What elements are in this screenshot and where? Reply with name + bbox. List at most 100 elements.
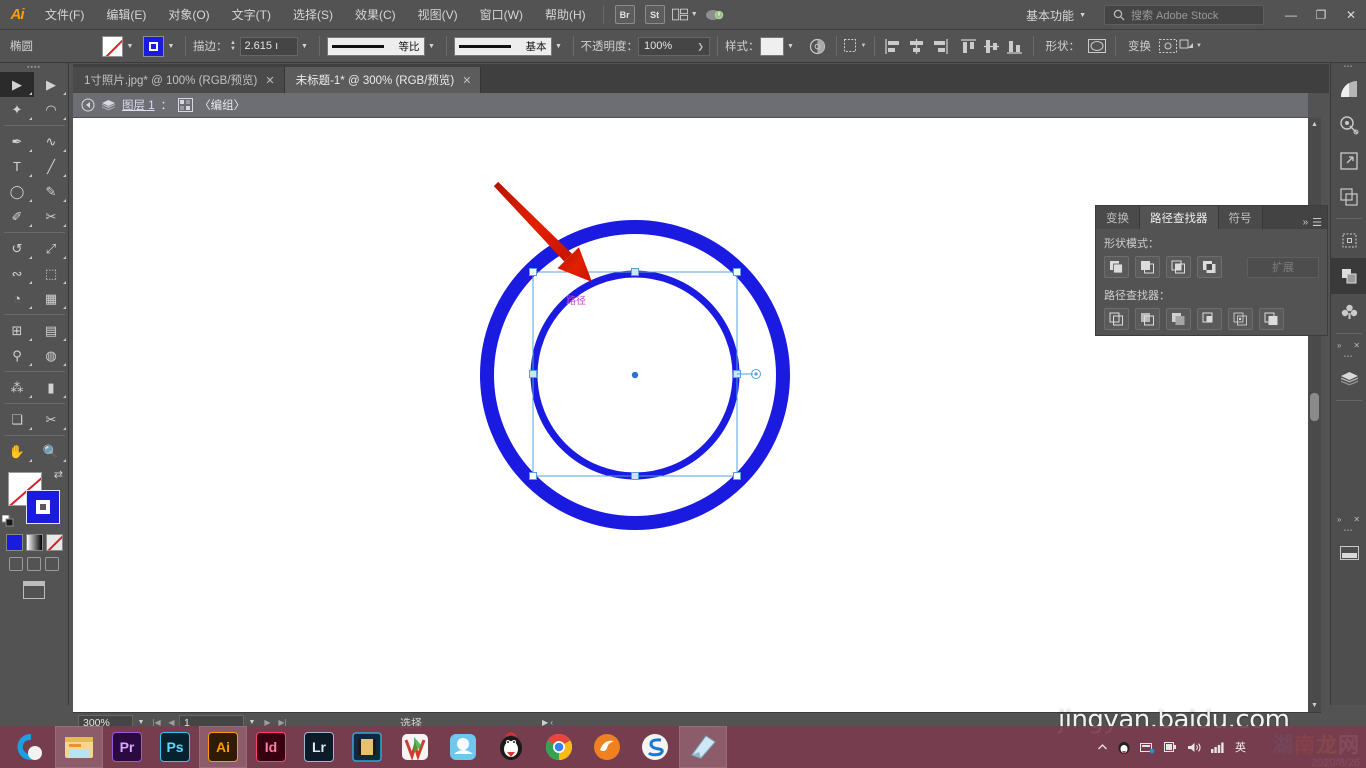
color-guide-panel-icon[interactable] [1331, 107, 1366, 143]
recolor-artwork-button[interactable] [806, 35, 829, 57]
document-tab-2[interactable]: 未标题-1* @ 300% (RGB/预览) ✕ [284, 67, 482, 93]
back-arrow-icon[interactable] [81, 98, 95, 112]
menu-edit[interactable]: 编辑(E) [95, 0, 157, 30]
battery-icon[interactable] [1164, 741, 1178, 753]
draw-normal-icon[interactable] [9, 557, 23, 571]
tab-symbols[interactable]: 符号 [1218, 206, 1263, 229]
curvature-tool[interactable]: ∿ [34, 129, 68, 154]
selection-tool[interactable]: ▶ [0, 72, 34, 97]
toolbar-stroke-swatch[interactable] [26, 490, 60, 524]
taskbar-alipay[interactable] [440, 727, 486, 767]
taskbar-premiere-pro[interactable]: Pr [104, 727, 150, 767]
show-hidden-icons-icon[interactable] [1097, 742, 1108, 753]
screen-mode-button[interactable] [0, 581, 68, 599]
scroll-down-icon[interactable]: ▼ [1308, 699, 1321, 712]
align-center-h-button[interactable] [905, 35, 928, 57]
scale-tool[interactable]: ⤢ [34, 236, 68, 261]
minus-front-button[interactable] [1135, 256, 1160, 278]
stock-button[interactable]: St [642, 4, 668, 26]
style-chevron-icon[interactable]: ▼ [784, 36, 798, 57]
bridge-button[interactable]: Br [612, 4, 638, 26]
taskbar-illustrator[interactable]: Ai [199, 726, 247, 768]
exclude-button[interactable] [1197, 256, 1222, 278]
opacity-field[interactable]: 100% ❯ [638, 36, 710, 56]
minus-back-button[interactable] [1259, 308, 1284, 330]
menu-select[interactable]: 选择(S) [282, 0, 344, 30]
lasso-tool[interactable]: ◠ [34, 97, 68, 122]
merge-button[interactable] [1166, 308, 1191, 330]
gradient-mode-icon[interactable] [25, 534, 43, 551]
double-chevron-icon[interactable]: » [1337, 515, 1341, 524]
stroke-weight-chevron-icon[interactable]: ▼ [298, 36, 312, 57]
close-icon[interactable]: ✕ [462, 74, 471, 87]
gradient-panel-icon[interactable] [1331, 71, 1366, 107]
taskbar-sogou[interactable] [632, 727, 678, 767]
artboards-panel-icon[interactable] [1331, 179, 1366, 215]
arrange-documents-button[interactable]: ▼ [671, 4, 698, 26]
opacity-chevron-icon[interactable]: ❯ [697, 42, 704, 51]
scrollbar-thumb[interactable] [1310, 393, 1319, 421]
pen-tool[interactable]: ✒ [0, 129, 34, 154]
taskbar-indesign[interactable]: Id [248, 727, 294, 767]
taskbar-photoshop[interactable]: Ps [152, 727, 198, 767]
intersect-button[interactable] [1166, 256, 1191, 278]
draw-inside-icon[interactable] [45, 557, 59, 571]
tab-pathfinder[interactable]: 路径查找器 [1140, 206, 1219, 229]
scroll-up-icon[interactable]: ▲ [1308, 118, 1321, 131]
width-tool[interactable]: ∾ [0, 261, 34, 286]
paintbrush-tool[interactable]: ✎ [34, 179, 68, 204]
more-options-button[interactable]: ▼ [1179, 35, 1202, 57]
selection-handle[interactable] [733, 268, 741, 276]
stroke-profile-chevron-icon[interactable]: ▼ [425, 36, 439, 57]
align-right-button[interactable] [928, 35, 951, 57]
type-tool[interactable]: T [0, 154, 34, 179]
none-mode-icon[interactable] [45, 534, 63, 551]
tools-panel-grip[interactable]: ▪▪▪▪ [0, 63, 68, 72]
symbol-sprayer-tool[interactable]: ⁂ [0, 375, 34, 400]
blend-tool[interactable]: ◍ [34, 343, 68, 368]
stroke-weight-field[interactable]: 2.615 ı [239, 36, 298, 56]
align-bottom-button[interactable] [1003, 35, 1026, 57]
hand-tool[interactable]: ✋ [0, 439, 34, 464]
align-middle-v-button[interactable] [980, 35, 1003, 57]
fill-dropdown-chevron-icon[interactable]: ▼ [123, 36, 137, 57]
layers-panel-icon[interactable] [1331, 361, 1366, 397]
symbols-panel-icon[interactable] [1331, 294, 1366, 330]
transform-button[interactable]: 变换 [1123, 38, 1156, 54]
close-icon[interactable]: ✕ [1353, 515, 1360, 524]
breadcrumb-layer-link[interactable]: 图层 1 [122, 97, 155, 113]
brush-definition-select[interactable]: 基本 [453, 36, 552, 56]
volume-icon[interactable] [1187, 741, 1202, 754]
slice-tool[interactable]: ✂ [34, 407, 68, 432]
menu-object[interactable]: 对象(O) [157, 0, 220, 30]
shape-builder-tool[interactable]: ◔ [0, 286, 34, 311]
direct-selection-tool[interactable]: ▶ [34, 72, 68, 97]
dock-grip[interactable]: ▪▪▪ [1331, 527, 1366, 535]
fill-color-control[interactable]: ▼ [102, 35, 137, 57]
align-left-button[interactable] [882, 35, 905, 57]
divide-button[interactable] [1104, 308, 1129, 330]
dock-grip[interactable]: ▪▪▪ [1331, 353, 1366, 361]
minimize-button[interactable]: — [1276, 0, 1306, 30]
double-chevron-icon[interactable]: » [1337, 341, 1341, 350]
pathfinder-panel-icon[interactable] [1331, 258, 1366, 294]
workspace-switcher[interactable]: 基本功能 ▼ [1018, 4, 1094, 26]
menu-file[interactable]: 文件(F) [34, 0, 95, 30]
default-fill-stroke-icon[interactable] [1, 514, 14, 527]
selection-handle[interactable] [529, 268, 537, 276]
selection-handle[interactable] [733, 472, 741, 480]
menu-view[interactable]: 视图(V) [407, 0, 469, 30]
unite-button[interactable] [1104, 256, 1129, 278]
close-icon[interactable]: ✕ [1353, 341, 1360, 350]
crop-button[interactable] [1197, 308, 1222, 330]
ellipse-tool[interactable]: ◯ [0, 179, 34, 204]
draw-behind-icon[interactable] [27, 557, 41, 571]
taskbar-qq[interactable] [488, 727, 534, 767]
free-transform-tool[interactable]: ⬚ [34, 261, 68, 286]
outline-button[interactable] [1228, 308, 1253, 330]
color-mode-icon[interactable] [5, 534, 23, 551]
stroke-weight-stepper[interactable]: ▲ ▼ [228, 40, 239, 52]
taskbar-lightroom[interactable]: Lr [296, 727, 342, 767]
wifi-signal-icon[interactable] [1211, 741, 1226, 753]
scissors-tool[interactable]: ✂ [34, 204, 68, 229]
